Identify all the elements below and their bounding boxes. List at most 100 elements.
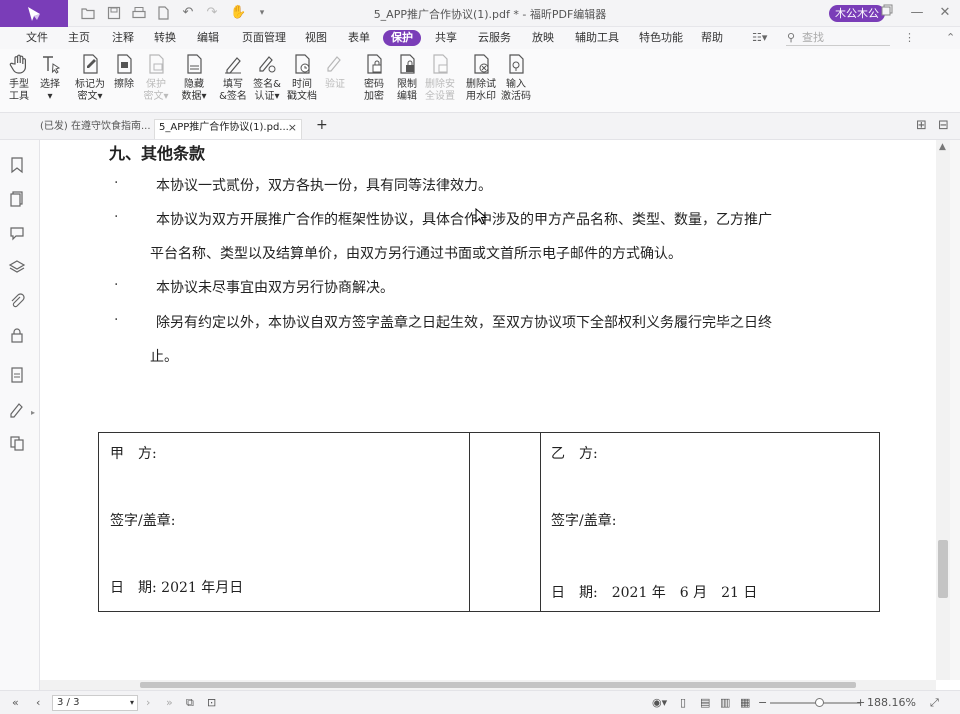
menu-convert[interactable]: 转换: [154, 30, 176, 46]
next-page-icon[interactable]: ›: [146, 695, 150, 711]
hand-dropdown-icon[interactable]: ✋: [230, 5, 246, 21]
erase-button[interactable]: 擦除: [107, 53, 141, 91]
zoom-in-icon[interactable]: +: [856, 695, 865, 711]
new-document-icon[interactable]: [155, 5, 171, 21]
right-panel-strip: [950, 140, 960, 680]
print-icon[interactable]: [131, 5, 147, 21]
party-a-date: 日 期: 2021 年月日: [110, 580, 244, 596]
hide-data-icon: [183, 53, 205, 75]
hide-data-button[interactable]: 隐藏 数据▾: [177, 53, 211, 103]
tab-app-agreement[interactable]: 5_APP推广合作协议(1).pd... ×: [154, 119, 302, 139]
enter-activation-code-button[interactable]: 输入 激活码: [499, 53, 533, 103]
compare-pages-icon[interactable]: [8, 434, 26, 452]
copy-page-icon[interactable]: ⧉: [186, 695, 194, 711]
remove-security-button[interactable]: 删除安 全设置: [423, 53, 457, 103]
menu-home[interactable]: 主页: [68, 30, 90, 46]
hand-tool-button[interactable]: 手型 工具: [2, 53, 36, 103]
zoom-slider-knob[interactable]: [814, 698, 824, 707]
remove-trial-watermark-button[interactable]: 删除试 用水印: [464, 53, 498, 103]
activation-code-icon: [505, 53, 527, 75]
menu-share[interactable]: 共享: [435, 30, 457, 46]
expand-panel-icon[interactable]: ▸: [31, 408, 35, 417]
menu-comment[interactable]: 注释: [112, 30, 134, 46]
restrict-editing-button[interactable]: 限制 编辑: [390, 53, 424, 103]
zoom-level[interactable]: 188.16%: [867, 695, 916, 711]
rotate-page-icon[interactable]: ⊡: [207, 695, 216, 711]
tool-label: 限制: [397, 79, 417, 90]
menu-slideshow[interactable]: 放映: [532, 30, 554, 46]
collapse-ribbon-icon[interactable]: ⌃: [946, 30, 955, 46]
customize-toolbar-icon[interactable]: ▾: [254, 5, 270, 21]
timestamp-document-button[interactable]: 时间 戳文档: [285, 53, 319, 103]
page-dropdown-icon[interactable]: ▾: [130, 696, 134, 710]
zoom-out-icon[interactable]: −: [758, 695, 767, 711]
first-page-icon[interactable]: «: [12, 695, 19, 711]
bullet: ·: [114, 209, 119, 225]
select-tool-button[interactable]: 选择 ▾: [33, 53, 67, 103]
horizontal-scrollbar[interactable]: [40, 680, 936, 690]
vertical-scrollbar[interactable]: ▲: [936, 140, 950, 680]
tool-label: 密文▾: [77, 91, 103, 102]
minimize-button[interactable]: —: [906, 3, 928, 23]
grid-view-icon[interactable]: ⊞: [916, 118, 927, 133]
fit-page-icon[interactable]: ⤢: [930, 695, 939, 711]
attachment-icon[interactable]: [8, 292, 26, 310]
validate-button[interactable]: 验证: [318, 53, 352, 91]
layers-icon[interactable]: [8, 258, 26, 276]
page-thumbnails-icon[interactable]: [8, 190, 26, 208]
fill-and-sign-button[interactable]: 填写 &签名: [216, 53, 250, 103]
sign-and-certify-button[interactable]: 签名& 认证▾: [250, 53, 284, 103]
close-button[interactable]: ✕: [934, 3, 956, 23]
scroll-up-icon[interactable]: ▲: [939, 142, 946, 152]
menu-features[interactable]: 特色功能: [639, 30, 683, 46]
more-options-icon[interactable]: ⋮: [904, 30, 915, 46]
mark-for-redaction-button[interactable]: 标记为 密文▾: [73, 53, 107, 103]
search-input[interactable]: ⚲ 查找: [786, 30, 890, 46]
menu-protect[interactable]: 保护: [383, 30, 421, 46]
facing-pages-icon[interactable]: ▥: [720, 695, 730, 711]
vertical-scroll-thumb[interactable]: [938, 540, 948, 598]
menu-file[interactable]: 文件: [26, 30, 48, 46]
horizontal-scroll-thumb[interactable]: [140, 682, 856, 688]
new-tab-button[interactable]: +: [316, 117, 328, 133]
view-mode-icon[interactable]: ◉▾: [652, 695, 667, 711]
tab-diet-guide[interactable]: (已发) 在遵守饮食指南...: [36, 119, 154, 139]
continuous-page-icon[interactable]: ▤: [700, 695, 710, 711]
menu-page-management[interactable]: 页面管理: [242, 30, 286, 46]
single-page-icon[interactable]: ▯: [680, 695, 686, 711]
app-logo[interactable]: [0, 0, 68, 27]
document-properties-icon[interactable]: [8, 366, 26, 384]
menu-accessibility[interactable]: 辅助工具: [575, 30, 619, 46]
tab-close-icon[interactable]: ×: [288, 120, 297, 136]
menu-view[interactable]: 视图: [305, 30, 327, 46]
page-number-input[interactable]: 3 / 3 ▾: [52, 695, 138, 711]
protect-redaction-button[interactable]: 保护 密文▾: [139, 53, 173, 103]
clause-2-line-2: 平台名称、类型以及结算单价，由双方另行通过书面或文首所示电子邮件的方式确认。: [150, 246, 682, 262]
tool-label: 密文▾: [143, 91, 169, 102]
undo-icon[interactable]: ↶: [180, 5, 196, 21]
display-options-icon[interactable]: ☷▾: [752, 30, 767, 46]
password-encrypt-button[interactable]: 密码 加密: [357, 53, 391, 103]
document-viewport[interactable]: 九、其他条款 · 本协议一式贰份，双方各执一份，具有同等法律效力。 · 本协议为…: [40, 140, 936, 680]
tool-label: 标记为: [75, 79, 105, 90]
redo-icon[interactable]: ↷: [204, 5, 220, 21]
menu-help[interactable]: 帮助: [701, 30, 723, 46]
comments-icon[interactable]: [8, 224, 26, 242]
menu-edit[interactable]: 编辑: [197, 30, 219, 46]
menu-form[interactable]: 表单: [348, 30, 370, 46]
clause-1-line-1: 本协议一式贰份，双方各执一份，具有同等法律效力。: [156, 178, 492, 194]
open-folder-icon[interactable]: [80, 5, 96, 21]
table-divider: [540, 433, 541, 611]
panel-toggle-icon[interactable]: ⊟: [938, 118, 949, 133]
restore-window-icon[interactable]: [876, 3, 898, 23]
menu-cloud-service[interactable]: 云服务: [478, 30, 511, 46]
continuous-facing-icon[interactable]: ▦: [740, 695, 750, 711]
party-b-sign-label: 签字/盖章:: [551, 513, 617, 529]
last-page-icon[interactable]: »: [166, 695, 173, 711]
signature-panel-icon[interactable]: [8, 400, 26, 418]
save-icon[interactable]: [106, 5, 122, 21]
previous-page-icon[interactable]: ‹: [36, 695, 40, 711]
bookmark-icon[interactable]: [8, 156, 26, 174]
security-lock-icon[interactable]: [8, 326, 26, 344]
tool-label: 输入: [506, 79, 526, 90]
